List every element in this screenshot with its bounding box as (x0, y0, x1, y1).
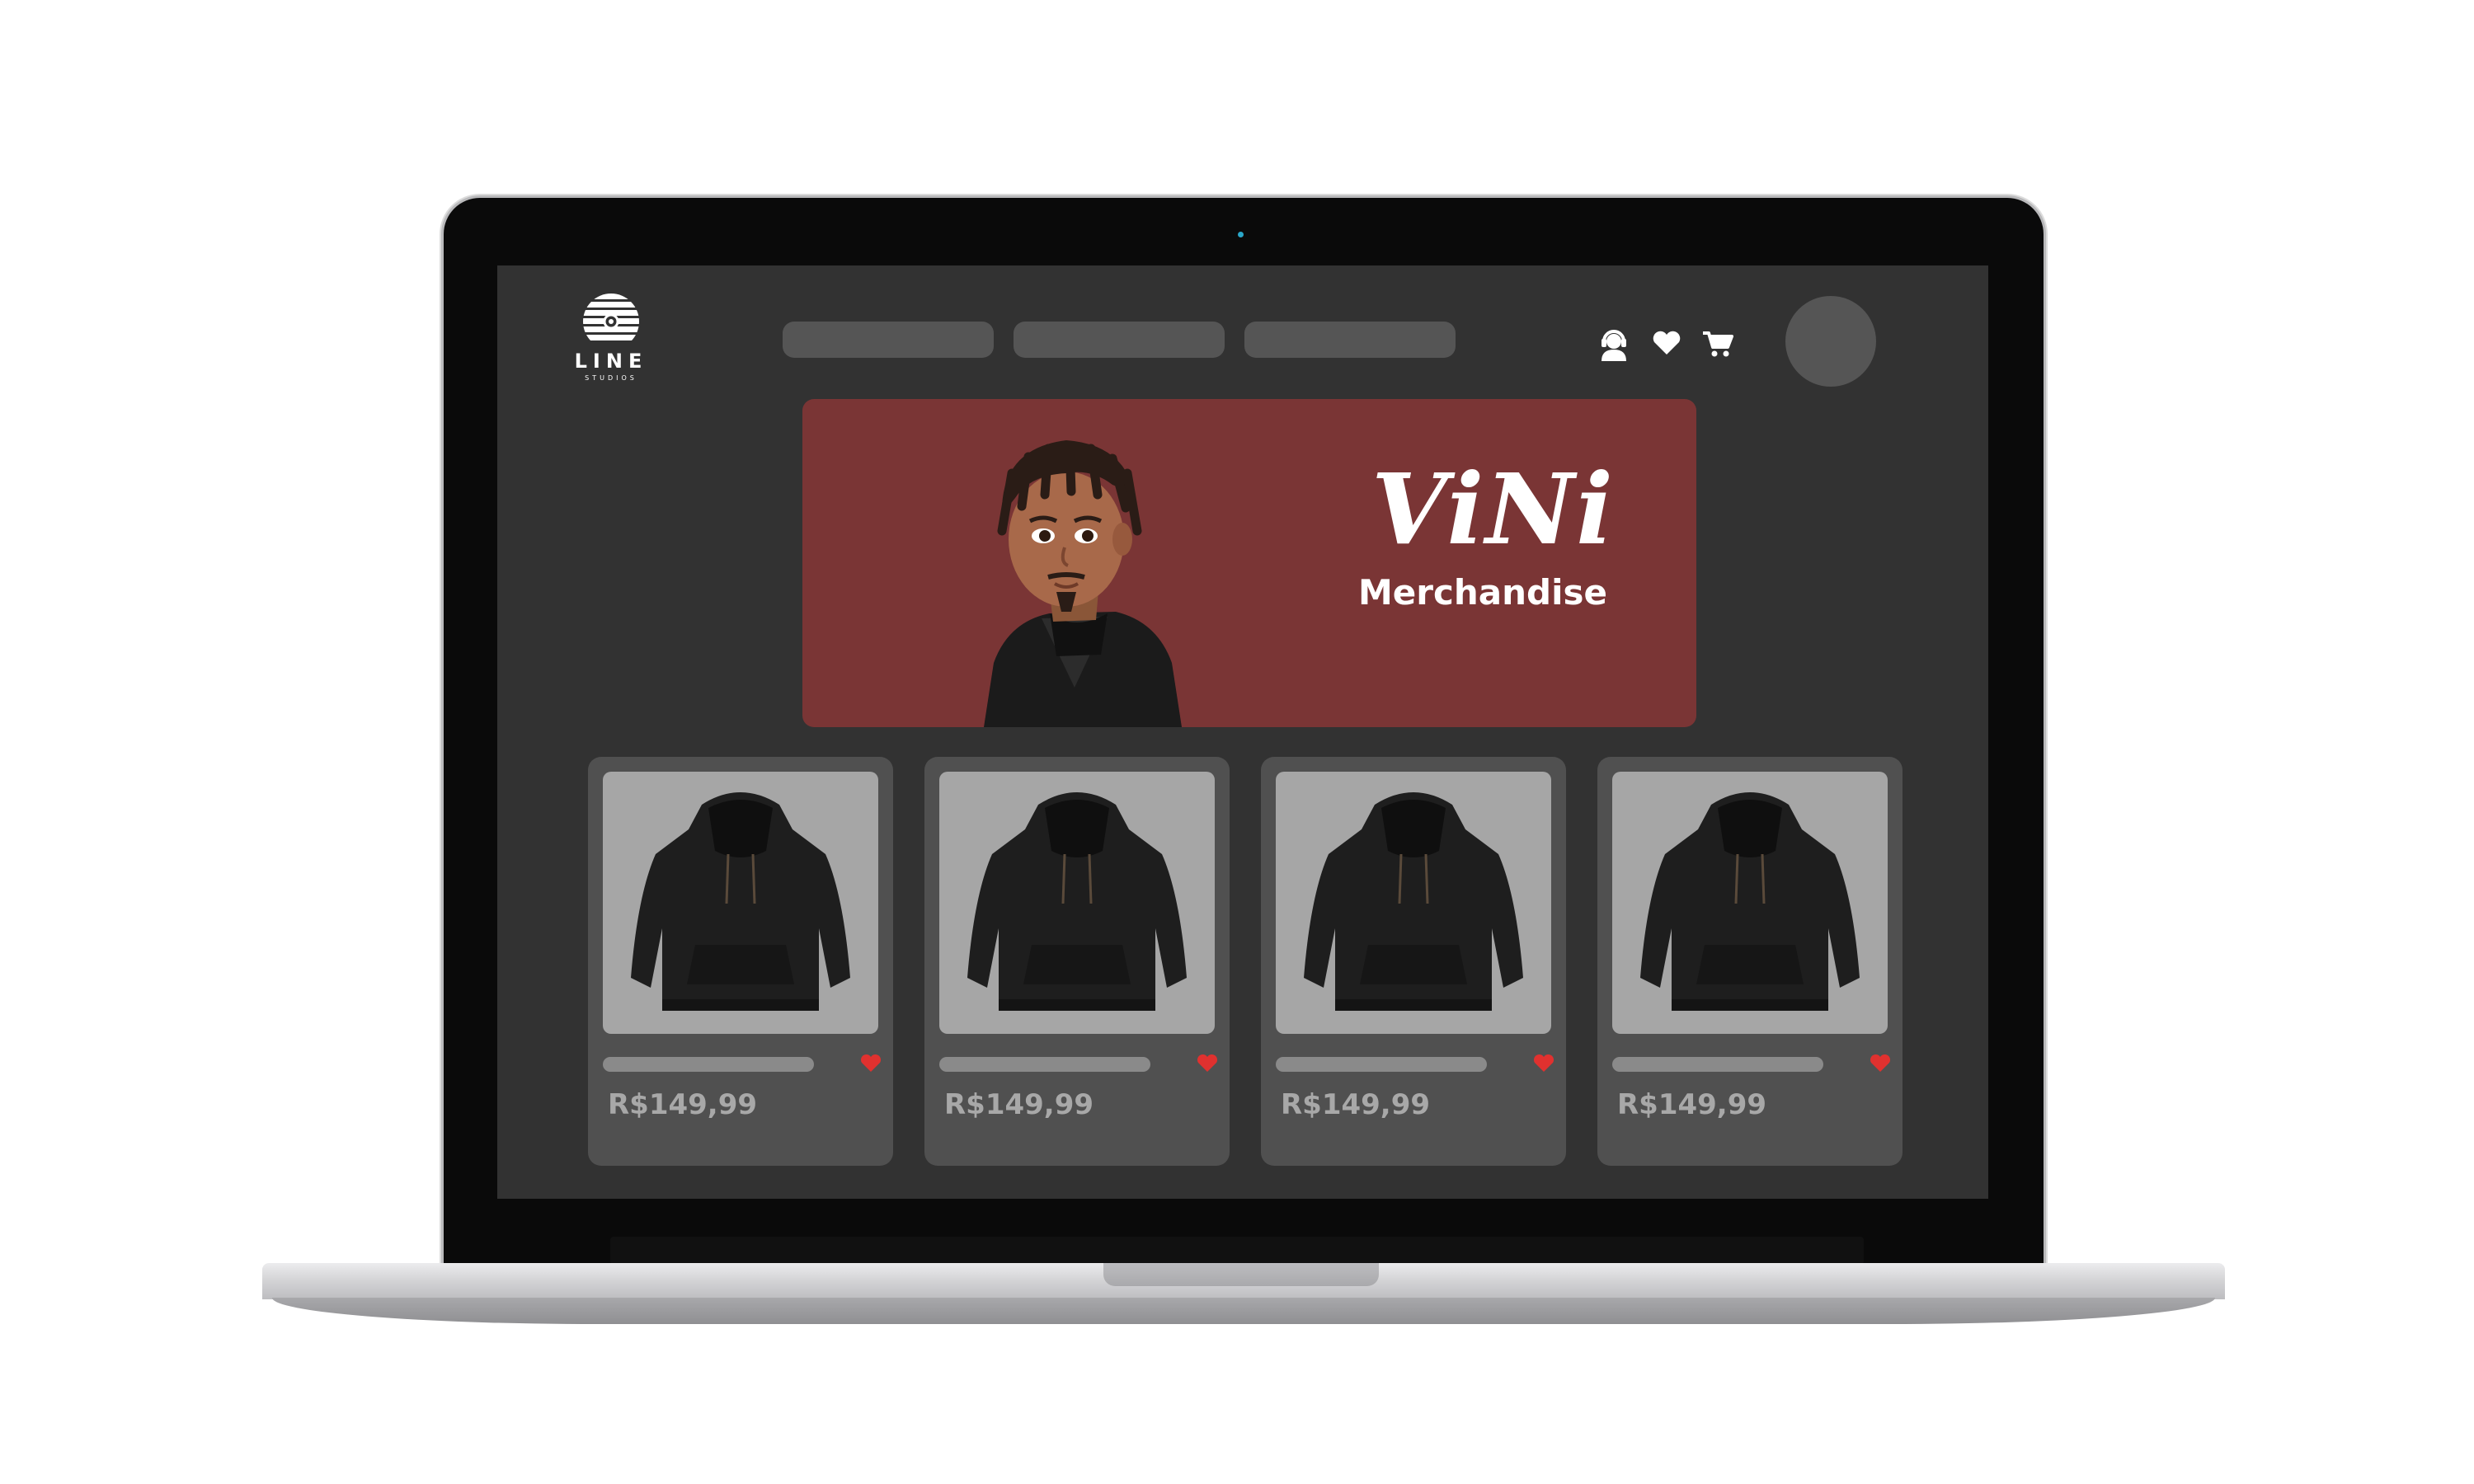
laptop-notch (1103, 1263, 1379, 1286)
heart-icon[interactable] (1650, 325, 1683, 361)
banner-title: ViNi (1371, 452, 1615, 566)
product-card[interactable]: R$149,99 (588, 757, 893, 1166)
character-illustration (984, 440, 1182, 727)
product-name-placeholder (1276, 1057, 1487, 1072)
hoodie-icon (967, 792, 1187, 1011)
product-price: R$149,99 (1617, 1088, 1767, 1121)
favorite-heart-icon[interactable] (1870, 1054, 1891, 1073)
nav-item-1[interactable] (783, 322, 994, 358)
hoodie-icon (631, 792, 850, 1011)
product-price: R$149,99 (608, 1088, 758, 1121)
favorite-heart-icon[interactable] (1197, 1054, 1218, 1073)
favorite-heart-icon[interactable] (860, 1054, 882, 1073)
webcam-dot (1238, 232, 1244, 237)
brand-logo[interactable]: LINE STUDIOS (570, 287, 652, 394)
bezel-bottom (610, 1237, 1864, 1265)
laptop-base-bottom (272, 1298, 2215, 1324)
product-image[interactable] (1612, 772, 1888, 1034)
support-agent-icon[interactable] (1597, 325, 1630, 361)
nav-item-2[interactable] (1014, 322, 1225, 358)
logo-wordmark: LINE (574, 350, 648, 373)
logo-sun-icon (583, 294, 639, 340)
hoodie-icon (1304, 792, 1523, 1011)
product-card[interactable]: R$149,99 (924, 757, 1230, 1166)
hoodie-icon (1640, 792, 1860, 1011)
product-price: R$149,99 (1281, 1088, 1431, 1121)
user-avatar[interactable] (1785, 296, 1876, 387)
product-image[interactable] (603, 772, 878, 1034)
favorite-heart-icon[interactable] (1533, 1054, 1554, 1073)
product-card[interactable]: R$149,99 (1261, 757, 1566, 1166)
product-name-placeholder (939, 1057, 1150, 1072)
product-image[interactable] (939, 772, 1215, 1034)
store-screen: LINE STUDIOS ViNi Merchandise R$149,99 R… (497, 265, 1988, 1199)
product-card[interactable]: R$149,99 (1597, 757, 1903, 1166)
hero-banner[interactable]: ViNi Merchandise (802, 399, 1696, 727)
product-price: R$149,99 (944, 1088, 1094, 1121)
logo-tagline: STUDIOS (585, 374, 637, 382)
product-name-placeholder (1612, 1057, 1823, 1072)
product-image[interactable] (1276, 772, 1551, 1034)
product-name-placeholder (603, 1057, 814, 1072)
cart-icon[interactable] (1701, 325, 1734, 361)
nav-item-3[interactable] (1244, 322, 1456, 358)
banner-subtitle: Merchandise (1358, 572, 1607, 613)
